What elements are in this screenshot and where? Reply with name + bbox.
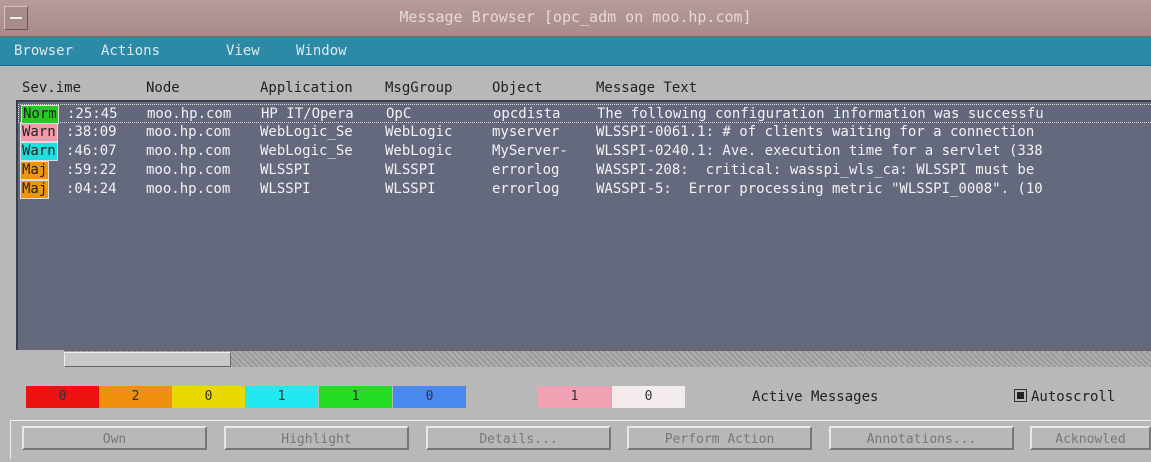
annotations-button[interactable]: Annotations... [829, 426, 1014, 450]
row-time: :46:07 [66, 143, 117, 159]
severity-badge: Norm [21, 105, 59, 124]
row-node: moo.hp.com [146, 181, 231, 197]
title-bar[interactable]: Message Browser [opc_adm on moo.hp.com] [0, 0, 1151, 37]
row-group: OpC [386, 106, 412, 122]
row-object: errorlog [492, 162, 560, 178]
severity-counters: Active Messages Autoscroll 02011010 [26, 386, 1151, 408]
row-app: WebLogic_Se [260, 143, 353, 159]
severity-counter[interactable]: 1 [245, 386, 318, 408]
acknowledge-button[interactable]: Acknowled [1030, 426, 1151, 450]
severity-counter[interactable]: 0 [26, 386, 99, 408]
row-object: MyServer- [492, 143, 568, 159]
row-object: errorlog [492, 181, 560, 197]
severity-badge: Maj [20, 180, 50, 199]
row-text: WLSSPI-0240.1: Ave. execution time for a… [596, 143, 1043, 159]
menu-view[interactable]: View [226, 43, 260, 59]
scrollbar-thumb[interactable] [64, 352, 231, 367]
row-group: WLSSPI [385, 162, 436, 178]
severity-badge: Warn [20, 123, 58, 142]
menu-window-label: Window [296, 43, 347, 59]
row-node: moo.hp.com [146, 162, 231, 178]
active-messages-label: Active Messages [752, 389, 879, 405]
row-object: opcdista [493, 106, 561, 122]
column-msggroup[interactable]: MsgGroup [385, 80, 452, 96]
severity-counter[interactable]: 1 [319, 386, 392, 408]
details-button[interactable]: Details... [426, 426, 611, 450]
row-app: WLSSPI [260, 162, 311, 178]
column-sev-time[interactable]: Sev.ime [22, 80, 81, 96]
row-object: myserver [492, 124, 560, 140]
menu-browser-label: Browser [14, 43, 74, 59]
menu-bar: Browser Actions View Window [0, 37, 1151, 66]
row-node: moo.hp.com [147, 106, 232, 122]
window-title: Message Browser [opc_adm on moo.hp.com] [399, 8, 752, 26]
menu-view-label: View [226, 43, 260, 59]
autoscroll-checkbox[interactable]: Autoscroll [1014, 388, 1115, 405]
column-application[interactable]: Application [260, 80, 353, 96]
row-group: WLSSPI [385, 181, 436, 197]
message-row[interactable]: Norm :25:45 moo.hp.com HP IT/Opera OpC opcdis… [18, 104, 1151, 124]
row-node: moo.hp.com [146, 124, 231, 140]
message-list[interactable]: Norm :25:45 moo.hp.com HP IT/Opera OpC opcdis… [16, 100, 1151, 350]
message-row[interactable]: Warn :46:07 moo.hp.com WebLogic_Se WebLogic M… [18, 142, 1151, 161]
row-app: WLSSPI [260, 181, 311, 197]
column-header: Sev.ime Node Application MsgGroup Object… [0, 80, 1151, 100]
button-bar: Own Highlight Details... Perform Action Anno… [0, 416, 1151, 462]
row-text: The following configuration information … [597, 106, 1044, 122]
highlight-button[interactable]: Highlight [224, 426, 409, 450]
menu-actions[interactable]: Actions [101, 43, 160, 59]
menu-window[interactable]: Window [296, 43, 347, 59]
message-row[interactable]: Maj :59:22 moo.hp.com WLSSPI WLSSPI errorlog W… [18, 161, 1151, 180]
message-row[interactable]: Warn :38:09 moo.hp.com WebLogic_Se WebLogic m… [18, 123, 1151, 142]
row-app: WebLogic_Se [260, 124, 353, 140]
row-text: WASSPI-208: critical: wasspi_wls_ca: WLS… [596, 162, 1035, 178]
severity-counter[interactable]: 2 [99, 386, 172, 408]
row-app: HP IT/Opera [261, 106, 354, 122]
column-object[interactable]: Object [492, 80, 543, 96]
severity-badge: Maj [20, 161, 50, 180]
menu-actions-label: Actions [101, 43, 161, 59]
row-group: WebLogic [385, 124, 453, 140]
row-time: :38:09 [66, 124, 117, 140]
column-node[interactable]: Node [146, 80, 180, 96]
message-row[interactable]: Maj :04:24 moo.hp.com WLSSPI WLSSPI errorlog W… [18, 180, 1151, 199]
severity-counter[interactable]: 0 [393, 386, 466, 408]
autoscroll-label: Autoscroll [1031, 389, 1116, 405]
row-group: WebLogic [385, 143, 453, 159]
row-time: :59:22 [66, 162, 117, 178]
severity-counter[interactable]: 0 [612, 386, 685, 408]
perform-action-button[interactable]: Perform Action [627, 426, 812, 450]
scrollbar-track-end [864, 352, 1151, 365]
severity-badge: Warn [20, 142, 58, 161]
row-node: moo.hp.com [146, 143, 231, 159]
horizontal-scrollbar[interactable] [64, 350, 1151, 367]
column-message-text[interactable]: Message Text [596, 80, 697, 96]
severity-counter[interactable]: 1 [538, 386, 611, 408]
row-time: :04:24 [66, 181, 117, 197]
own-button[interactable]: Own [22, 426, 207, 450]
menu-browser[interactable]: Browser [14, 43, 73, 59]
row-text: WLSSPI-0061.1: # of clients waiting for … [596, 124, 1035, 140]
row-time: :25:45 [67, 106, 118, 122]
message-browser-window: Message Browser [opc_adm on moo.hp.com] … [0, 0, 1151, 462]
checkbox-checked-icon[interactable] [1014, 389, 1027, 402]
row-text: WASSPI-5: Error processing metric "WLSSP… [596, 181, 1043, 197]
severity-counter[interactable]: 0 [172, 386, 245, 408]
